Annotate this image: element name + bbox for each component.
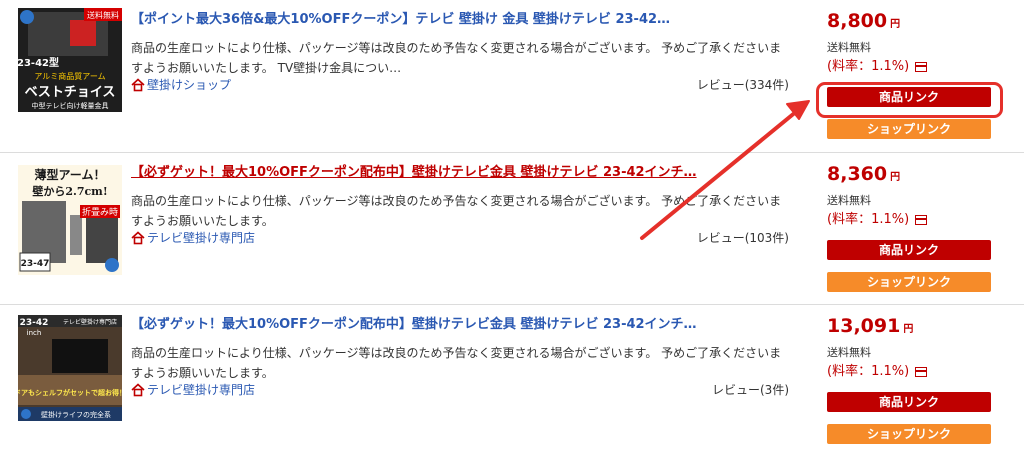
product-thumbnail[interactable]: 送料無料 23-42型 アルミ商品質アーム ベストチョイス 中型テレビ向け軽量金… — [18, 8, 122, 112]
price-currency: 円 — [903, 324, 914, 335]
shop-home-icon — [131, 231, 145, 245]
product-price: 13,091 円 — [827, 313, 997, 343]
shop-link[interactable]: テレビ壁掛け専門店 — [131, 230, 255, 246]
card-icon — [915, 62, 928, 72]
product-title-link[interactable]: 【ポイント最大36倍&最大10%OFFクーポン】テレビ 壁掛け 金具 壁掛けテレ… — [131, 11, 701, 29]
shop-link-button[interactable]: ショップリンク — [827, 119, 991, 139]
product-thumbnail[interactable]: 薄型アーム！ 壁から2.7cm! 折畳み時 23-47 — [18, 165, 122, 275]
price-value: 8,360 — [827, 163, 888, 185]
commission-rate: (料率：1.1%) — [827, 211, 997, 229]
price-column: 8,800 円 送料無料 (料率：1.1%) 商品リンク ショップリンク — [827, 8, 997, 139]
thumb-size-text: 23-47 — [21, 259, 50, 269]
thumb-unit-text: inch — [27, 329, 42, 337]
shop-home-icon — [131, 78, 145, 92]
product-price: 8,800 円 — [827, 8, 997, 38]
commission-rate: (料率：1.1%) — [827, 363, 997, 381]
review-count: レビュー(103件) — [696, 231, 789, 245]
shop-link-button[interactable]: ショップリンク — [827, 272, 991, 292]
product-item: 送料無料 23-42型 アルミ商品質アーム ベストチョイス 中型テレビ向け軽量金… — [0, 0, 1024, 152]
shipping-label: 送料無料 — [827, 346, 871, 359]
shop-home-icon — [131, 383, 145, 397]
thumb-badge-text: 送料無料 — [87, 10, 119, 20]
shop-name: テレビ壁掛け専門店 — [147, 383, 256, 397]
product-list: 送料無料 23-42型 アルミ商品質アーム ベストチョイス 中型テレビ向け軽量金… — [0, 0, 1024, 456]
price-currency: 円 — [890, 172, 901, 183]
card-icon — [915, 367, 928, 377]
rate-text: (料率：1.1%) — [827, 212, 910, 227]
price-column: 13,091 円 送料無料 (料率：1.1%) 商品リンク ショップリンク — [827, 313, 997, 444]
thumbnail-graphic: 23-42 inch テレビ壁掛け専門店 全ドアもシェルフがセットで超お得！！ … — [18, 315, 122, 421]
thumb-headline-text: 薄型アーム！ — [35, 167, 106, 182]
product-item: 薄型アーム！ 壁から2.7cm! 折畳み時 23-47 【必ずゲット！最大10%… — [0, 152, 1024, 304]
shipping-label: 送料無料 — [827, 41, 871, 54]
product-price: 8,360 円 — [827, 161, 997, 191]
thumb-badge-text: 折畳み時 — [82, 206, 118, 218]
thumb-caption-text: アルミ商品質アーム — [34, 71, 105, 81]
product-link-button[interactable]: 商品リンク — [827, 240, 991, 260]
shop-link[interactable]: 壁掛けショップ — [131, 77, 231, 93]
thumb-size-text: 23-42 — [20, 318, 49, 328]
shop-link[interactable]: テレビ壁掛け専門店 — [131, 382, 255, 398]
product-description: 商品の生産ロットにより仕様、パッケージ等は改良のため予告なく変更される場合がござ… — [131, 194, 782, 228]
product-item: 23-42 inch テレビ壁掛け専門店 全ドアもシェルフがセットで超お得！！ … — [0, 304, 1024, 456]
thumb-footer-text: 中型テレビ向け軽量金具 — [32, 101, 109, 110]
review-count: レビュー(334件) — [696, 78, 789, 92]
thumb-subhead-text: 壁から2.7cm! — [32, 184, 107, 198]
shop-link-button[interactable]: ショップリンク — [827, 424, 991, 444]
commission-rate: (料率：1.1%) — [827, 58, 997, 76]
rate-text: (料率：1.1%) — [827, 59, 910, 74]
shop-name: テレビ壁掛け専門店 — [147, 231, 256, 245]
price-column: 8,360 円 送料無料 (料率：1.1%) 商品リンク ショップリンク — [827, 161, 997, 292]
product-description: 商品の生産ロットにより仕様、パッケージ等は改良のため予告なく変更される場合がござ… — [131, 41, 782, 75]
thumb-headline-text: ベストチョイス — [25, 85, 116, 100]
product-title-link[interactable]: 【必ずゲット！最大10%OFFクーポン配布中】壁掛けテレビ金具 壁掛けテレビ 2… — [131, 164, 701, 182]
product-thumbnail[interactable]: 23-42 inch テレビ壁掛け専門店 全ドアもシェルフがセットで超お得！！ … — [18, 315, 122, 421]
review-count: レビュー(3件) — [712, 383, 789, 397]
thumb-shop-text: テレビ壁掛け専門店 — [63, 318, 117, 326]
price-value: 13,091 — [827, 315, 901, 337]
rate-text: (料率：1.1%) — [827, 364, 910, 379]
product-title-link[interactable]: 【必ずゲット！最大10%OFFクーポン配布中】壁掛けテレビ金具 壁掛けテレビ 2… — [131, 316, 701, 334]
thumb-footer-text: 壁掛けライフの完全系 — [41, 410, 111, 419]
product-link-button[interactable]: 商品リンク — [827, 392, 991, 412]
thumbnail-graphic: 送料無料 23-42型 アルミ商品質アーム ベストチョイス 中型テレビ向け軽量金… — [18, 8, 122, 112]
shipping-label: 送料無料 — [827, 194, 871, 207]
card-icon — [915, 215, 928, 225]
shop-name: 壁掛けショップ — [147, 78, 232, 92]
price-value: 8,800 — [827, 10, 888, 32]
product-link-button[interactable]: 商品リンク — [827, 87, 991, 107]
thumb-size-text: 23-42型 — [18, 56, 59, 69]
thumbnail-graphic: 薄型アーム！ 壁から2.7cm! 折畳み時 23-47 — [18, 165, 122, 275]
product-description: 商品の生産ロットにより仕様、パッケージ等は改良のため予告なく変更される場合がござ… — [131, 346, 782, 380]
price-currency: 円 — [890, 19, 901, 30]
thumb-headline-text: 全ドアもシェルフがセットで超お得！！ — [18, 388, 122, 397]
